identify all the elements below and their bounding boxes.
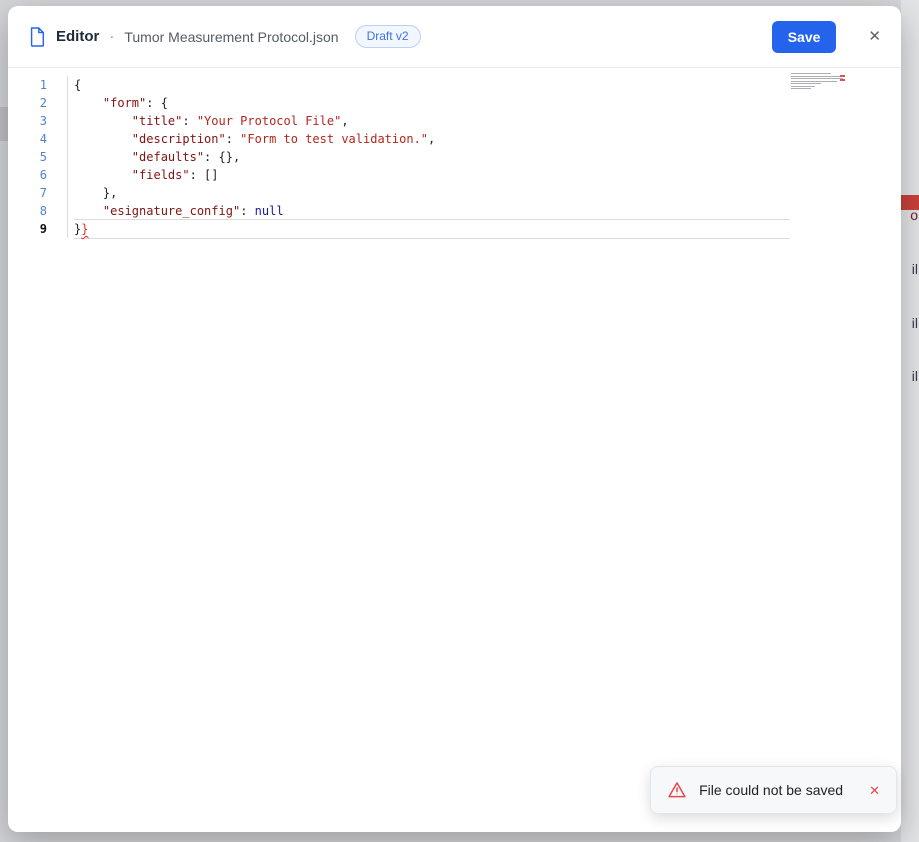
code-token: }, — [74, 186, 117, 200]
code-token: , — [341, 114, 348, 128]
code-token: { — [161, 96, 168, 110]
code-line[interactable]: { — [74, 76, 790, 94]
code-token — [74, 150, 132, 164]
warning-icon — [667, 780, 687, 800]
code-token: "description" — [132, 132, 226, 146]
code-token: : — [146, 96, 160, 110]
code-line[interactable]: "fields": [] — [74, 166, 790, 184]
file-icon — [28, 26, 46, 48]
line-number: 4 — [8, 130, 47, 148]
error-token: } — [81, 222, 88, 236]
line-number: 9 — [8, 220, 47, 238]
minimap[interactable] — [791, 73, 845, 95]
line-numbers: 123456789 — [8, 76, 68, 238]
code-token — [74, 96, 103, 110]
code-scroll-area: 123456789 { "form": { "title": "Your Pro… — [8, 76, 901, 238]
line-number: 8 — [8, 202, 47, 220]
line-number: 7 — [8, 184, 47, 202]
toast-close-icon[interactable]: ✕ — [869, 784, 880, 797]
code-token: "Your Protocol File" — [197, 114, 342, 128]
code-token — [74, 114, 132, 128]
code-line[interactable]: }} — [74, 219, 790, 239]
code-token: : — [190, 168, 204, 182]
code-token: { — [74, 78, 81, 92]
toast-message: File could not be saved — [699, 782, 843, 798]
file-name: Tumor Measurement Protocol.json — [124, 29, 338, 45]
close-icon[interactable]: ✕ — [868, 29, 881, 44]
code-token: : — [240, 204, 254, 218]
toast-notification: File could not be saved ✕ — [650, 766, 897, 814]
code-token: , — [428, 132, 435, 146]
editor-modal: Editor · Tumor Measurement Protocol.json… — [8, 6, 901, 832]
line-number: 6 — [8, 166, 47, 184]
code-token: null — [255, 204, 284, 218]
save-button[interactable]: Save — [772, 21, 837, 53]
code-token: : — [226, 132, 240, 146]
line-number: 1 — [8, 76, 47, 94]
code-token — [74, 204, 103, 218]
draft-version-badge: Draft v2 — [355, 25, 421, 47]
code-line[interactable]: }, — [74, 184, 790, 202]
line-number: 5 — [8, 148, 47, 166]
code-token: {}, — [219, 150, 241, 164]
json-code-editor[interactable]: 123456789 { "form": { "title": "Your Pro… — [8, 68, 901, 832]
code-line[interactable]: "form": { — [74, 94, 790, 112]
code-token — [74, 168, 132, 182]
code-line[interactable]: "esignature_config": null — [74, 202, 790, 220]
line-number: 3 — [8, 112, 47, 130]
code-line[interactable]: "title": "Your Protocol File", — [74, 112, 790, 130]
line-number: 2 — [8, 94, 47, 112]
modal-header: Editor · Tumor Measurement Protocol.json… — [8, 6, 901, 68]
code-token: "Form to test validation." — [240, 132, 428, 146]
editor-title: Editor — [56, 28, 99, 45]
code-token: "title" — [132, 114, 183, 128]
code-token: "esignature_config" — [103, 204, 240, 218]
code-token: "defaults" — [132, 150, 204, 164]
code-area[interactable]: { "form": { "title": "Your Protocol File… — [68, 76, 790, 238]
code-token: "fields" — [132, 168, 190, 182]
code-line[interactable]: "defaults": {}, — [74, 148, 790, 166]
title-separator: · — [109, 28, 114, 45]
code-token: : — [182, 114, 196, 128]
code-token: : — [204, 150, 218, 164]
code-line[interactable]: "description": "Form to test validation.… — [74, 130, 790, 148]
code-token: [] — [204, 168, 218, 182]
code-token: "form" — [103, 96, 146, 110]
code-token — [74, 132, 132, 146]
